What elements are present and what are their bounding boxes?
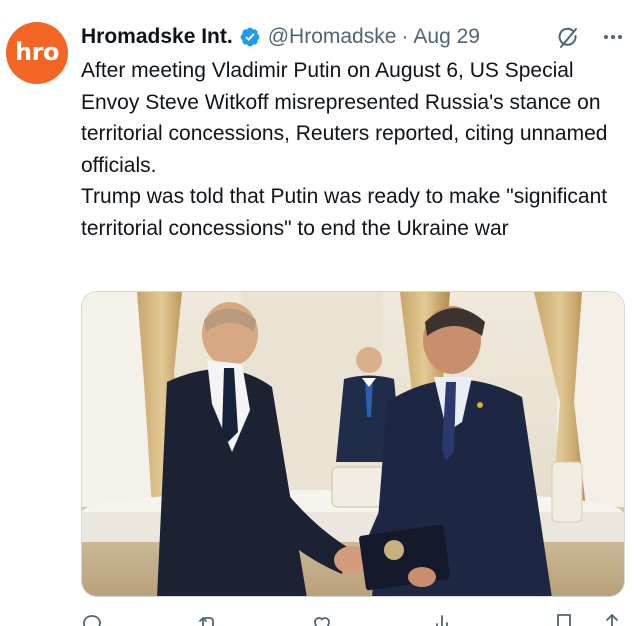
tweet-text: After meeting Vladimir Putin on August 6… <box>81 55 626 244</box>
tweet-photo[interactable] <box>81 291 625 597</box>
user-handle[interactable]: @Hromadske <box>268 25 397 49</box>
tweet[interactable]: hro Hromadske Int. @Hromadske · Aug 29 A… <box>0 0 640 626</box>
heart-icon[interactable] <box>310 612 334 626</box>
grok-icon[interactable] <box>555 25 581 51</box>
avatar-logo-text: hro <box>15 38 59 66</box>
verified-badge-icon <box>239 26 261 48</box>
tweet-paragraph: After meeting Vladimir Putin on August 6… <box>81 59 608 177</box>
tweet-header: Hromadske Int. @Hromadske · Aug 29 <box>81 22 630 52</box>
tweet-date[interactable]: Aug 29 <box>413 25 480 49</box>
bookmark-icon[interactable] <box>552 612 576 626</box>
tweet-paragraph: Trump was told that Putin was ready to m… <box>81 185 608 240</box>
retweet-icon[interactable] <box>195 612 221 626</box>
photo-illustration <box>82 292 624 596</box>
share-icon[interactable] <box>600 612 624 626</box>
display-name[interactable]: Hromadske Int. <box>81 25 233 49</box>
more-options-icon[interactable] <box>596 22 630 52</box>
separator-dot: · <box>401 25 409 48</box>
reply-icon[interactable] <box>80 612 104 626</box>
avatar[interactable]: hro <box>6 22 68 84</box>
tweet-actions <box>70 612 630 626</box>
views-icon[interactable] <box>432 612 456 626</box>
